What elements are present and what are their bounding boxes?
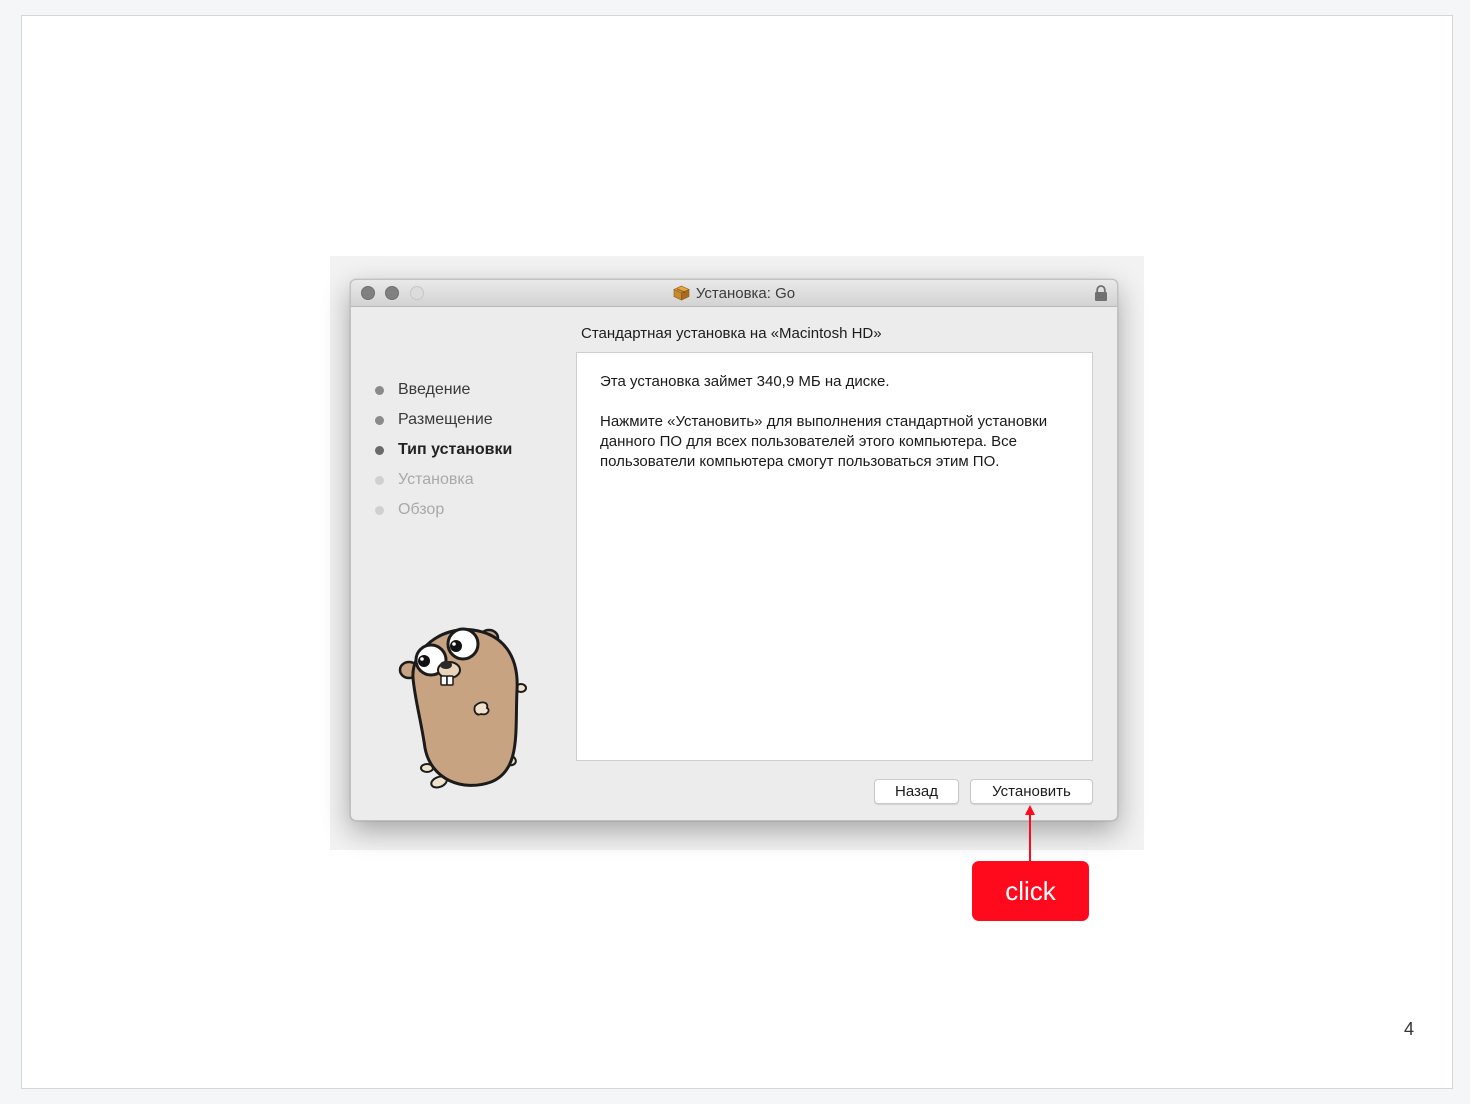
window-title: Установка: Go	[695, 285, 796, 302]
install-subtitle: Стандартная установка на «Macintosh HD»	[581, 325, 882, 342]
install-button[interactable]: Установить	[970, 779, 1093, 804]
lock-icon[interactable]	[1094, 285, 1108, 307]
back-button[interactable]: Назад	[874, 779, 959, 804]
callout-arrow-icon	[1025, 805, 1035, 861]
step-label: Обзор	[398, 501, 445, 518]
package-icon	[673, 285, 690, 305]
step-installation: Установка	[375, 470, 512, 500]
step-label: Размещение	[398, 411, 493, 428]
step-label: Введение	[398, 381, 471, 398]
title-bar[interactable]: Установка: Go	[351, 280, 1117, 307]
install-info-panel: Эта установка займет 340,9 МБ на диске. …	[576, 352, 1093, 761]
step-installation-type: Тип установки	[375, 440, 512, 470]
step-summary: Обзор	[375, 500, 512, 530]
step-dot-icon	[375, 386, 384, 395]
installer-steps: Введение Размещение Тип установки Устано…	[375, 380, 512, 530]
step-dot-icon	[375, 506, 384, 515]
window-title-group: Установка: Go	[351, 285, 1117, 305]
step-destination: Размещение	[375, 410, 512, 440]
step-dot-icon	[375, 446, 384, 455]
step-dot-icon	[375, 416, 384, 425]
page-number: 4	[1404, 1019, 1415, 1039]
step-dot-icon	[375, 476, 384, 485]
step-label: Тип установки	[398, 441, 513, 458]
step-label: Установка	[398, 471, 474, 488]
install-description-text: Нажмите «Установить» для выполнения стан…	[600, 413, 1048, 470]
click-callout-badge: click	[972, 861, 1089, 921]
installer-window: Установка: Go Стандартная установка на «…	[350, 279, 1118, 821]
go-gopher-mascot-icon	[391, 620, 531, 805]
step-introduction: Введение	[375, 380, 512, 410]
install-size-text: Эта установка займет 340,9 МБ на диске.	[600, 373, 890, 390]
